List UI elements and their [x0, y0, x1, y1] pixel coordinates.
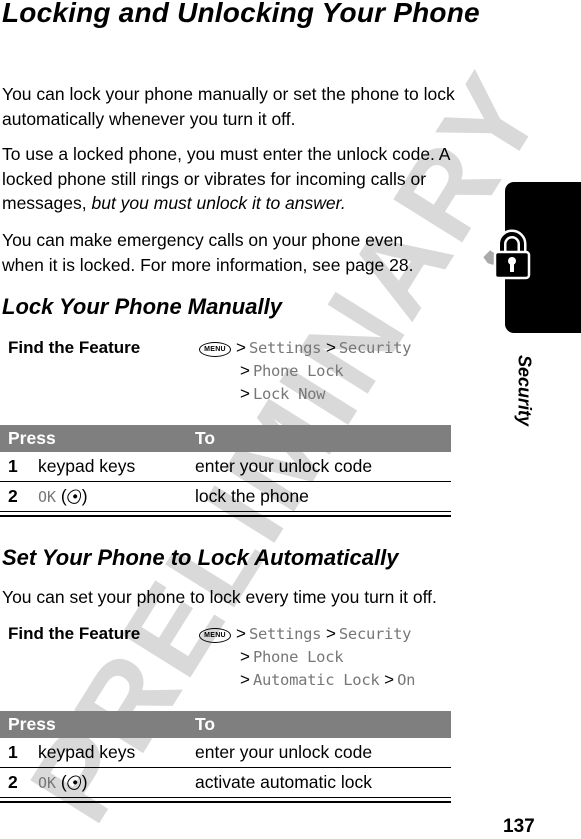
path-on[interactable]: On	[397, 671, 415, 689]
section-label-text: Security	[514, 354, 535, 427]
path-lock-now[interactable]: Lock Now	[253, 385, 326, 403]
table-header: Press To	[0, 425, 451, 452]
step-number: 2	[8, 772, 18, 792]
ok-softkey-label: OK	[38, 488, 57, 506]
step-press: OK ()	[38, 772, 88, 793]
step-action: enter your unlock code	[195, 742, 373, 762]
step-action: enter your unlock code	[195, 456, 373, 476]
page-number: 137	[503, 816, 535, 837]
path-settings[interactable]: Settings	[249, 625, 322, 643]
table-end-rule	[0, 798, 451, 803]
step-number: 2	[8, 486, 18, 506]
locked-phone-paragraph: To use a locked phone, you must enter th…	[2, 142, 482, 216]
table-row: 2 OK () lock the phone	[0, 482, 451, 512]
padlock-with-key-icon	[480, 229, 531, 280]
find-feature-label: Find the Feature	[8, 338, 141, 357]
path-separator: >	[325, 624, 336, 643]
intro-paragraph: You can lock your phone manually or set …	[2, 84, 455, 129]
path-separator: >	[240, 647, 250, 666]
path-settings[interactable]: Settings	[249, 339, 322, 357]
header-press: Press	[8, 428, 56, 448]
step-number: 1	[8, 456, 18, 476]
path-separator: >	[384, 670, 395, 689]
unlock-to-answer-note: but you must unlock it to answer.	[91, 193, 346, 213]
path-separator: >	[325, 338, 336, 357]
path-separator: >	[240, 384, 250, 403]
path-phone-lock[interactable]: Phone Lock	[253, 362, 344, 380]
table-end-rule	[0, 512, 451, 517]
menu-path: MENU > Settings > Security > Phone Lock > Aut…	[199, 622, 415, 691]
step-action: activate automatic lock	[195, 772, 373, 792]
table-row: 1 keypad keys enter your unlock code	[0, 738, 451, 768]
path-separator: >	[236, 624, 246, 643]
path-automatic-lock[interactable]: Automatic Lock	[253, 671, 380, 689]
ok-softkey-label: OK	[38, 774, 57, 792]
path-security[interactable]: Security	[339, 339, 412, 357]
path-separator: >	[240, 670, 250, 689]
step-action: lock the phone	[195, 486, 309, 506]
path-separator: >	[240, 361, 250, 380]
path-phone-lock[interactable]: Phone Lock	[253, 648, 344, 666]
automatic-description: You can set your phone to lock every tim…	[2, 587, 437, 607]
automatic-heading: Set Your Phone to Lock Automatically	[2, 545, 399, 570]
path-security[interactable]: Security	[339, 625, 412, 643]
step-press: keypad keys	[38, 742, 136, 762]
menu-path: MENU > Settings > Security > Phone Lock > Loc…	[199, 336, 411, 405]
manual-heading: Lock Your Phone Manually	[2, 294, 282, 319]
section-label: Security	[512, 352, 536, 432]
find-feature-label: Find the Feature	[8, 624, 141, 643]
header-press: Press	[8, 714, 56, 734]
header-to: To	[195, 714, 216, 734]
step-press: OK ()	[38, 486, 88, 507]
menu-key-icon: MENU	[199, 628, 231, 643]
emergency-paragraph: You can make emergency calls on your pho…	[2, 230, 414, 275]
step-number: 1	[8, 742, 18, 762]
center-select-key-icon	[64, 486, 84, 507]
table-header: Press To	[0, 711, 451, 738]
path-separator: >	[236, 338, 246, 357]
menu-key-icon: MENU	[199, 342, 231, 357]
center-select-key-icon	[64, 772, 84, 793]
step-press: keypad keys	[38, 456, 136, 476]
automatic-steps-table: Press To 1 keypad keys enter your unlock…	[0, 711, 451, 803]
header-to: To	[195, 428, 216, 448]
page-title: Locking and Unlocking Your Phone	[2, 0, 480, 28]
manual-steps-table: Press To 1 keypad keys enter your unlock…	[0, 425, 451, 517]
table-row: 1 keypad keys enter your unlock code	[0, 452, 451, 482]
table-row: 2 OK () activate automatic lock	[0, 768, 451, 798]
